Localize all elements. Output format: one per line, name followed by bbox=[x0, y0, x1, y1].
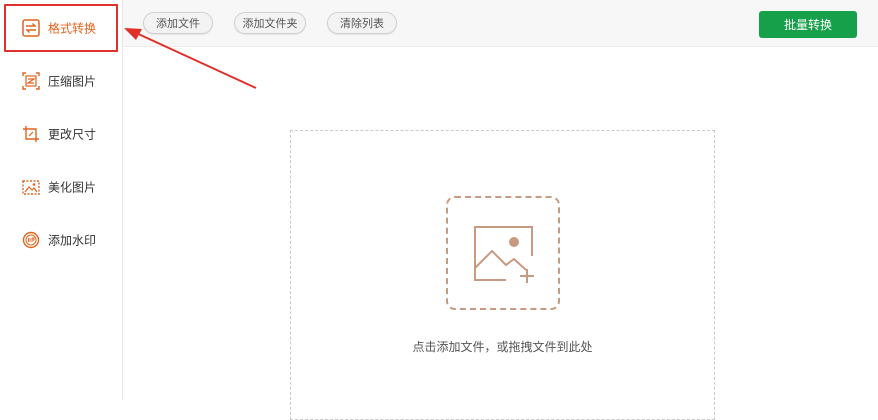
annotation-arrow bbox=[124, 28, 257, 89]
